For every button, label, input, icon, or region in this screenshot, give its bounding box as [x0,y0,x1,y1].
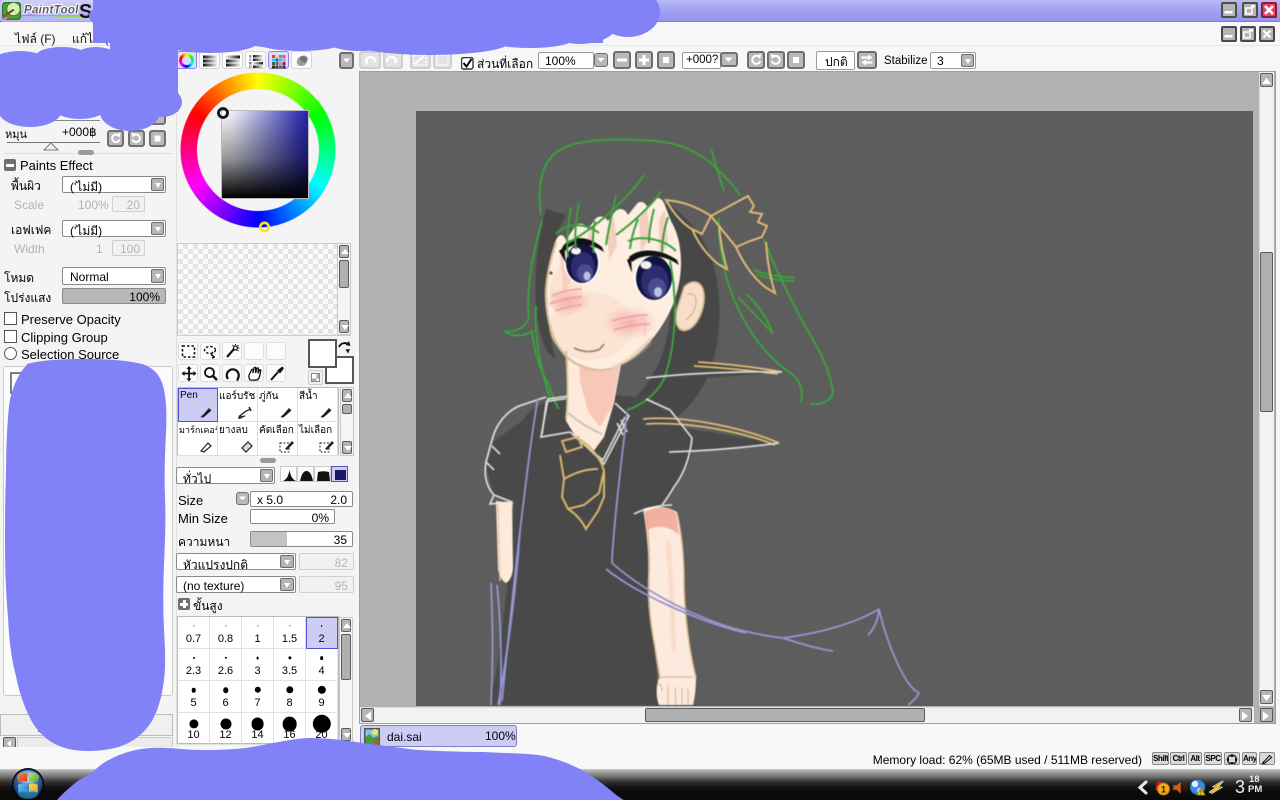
svg-text:1: 1 [1161,785,1166,795]
svg-text:!: ! [1200,791,1202,797]
svg-text:S: S [79,1,92,22]
svg-text:PaintTool: PaintTool [24,5,79,17]
